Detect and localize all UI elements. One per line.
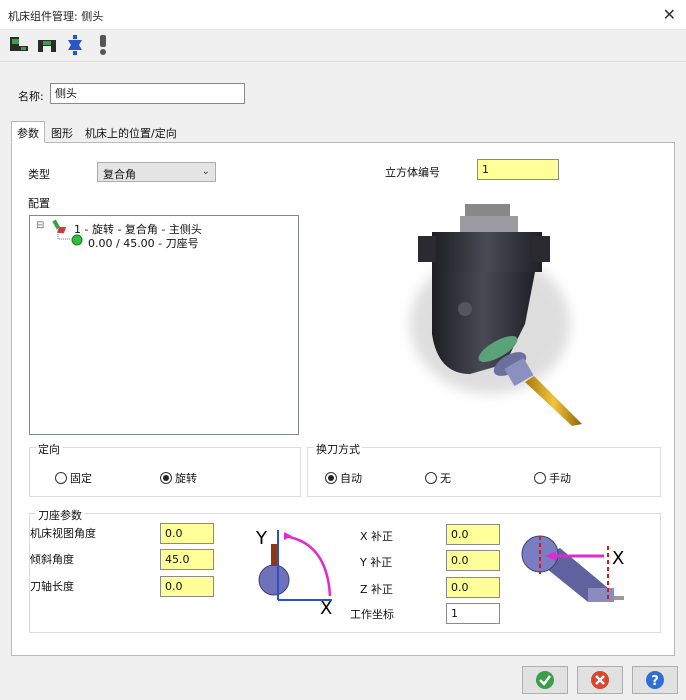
holder-params-group: 刀座参数 机床视图角度 0.0 倾斜角度 45.0 刀轴长度 0.0 Y X X… bbox=[29, 507, 661, 633]
tilt-diagram: Y X bbox=[232, 522, 342, 619]
diagram1-x-label: X bbox=[320, 598, 332, 616]
work-coord-input[interactable]: 1 bbox=[446, 603, 500, 624]
title-bar: 机床组件管理: 侧头 ✕ bbox=[0, 0, 686, 30]
x-offset-input[interactable]: 0.0 bbox=[446, 524, 500, 545]
orientation-fixed-radio[interactable]: 固定 bbox=[55, 470, 92, 486]
cube-input[interactable]: 1 bbox=[477, 159, 559, 180]
radio-dot bbox=[534, 472, 546, 484]
orientation-fixed-label: 固定 bbox=[70, 472, 92, 485]
axis-length-input[interactable]: 0.0 bbox=[160, 576, 214, 597]
params-panel: 类型 复合角 ⌄ 立方体编号 1 配置 ⊟ 1 - 旋转 - 复合角 - 主侧头… bbox=[11, 142, 675, 656]
chevron-down-icon: ⌄ bbox=[201, 166, 210, 177]
y-offset-input[interactable]: 0.0 bbox=[446, 550, 500, 571]
angle-head-illustration bbox=[410, 204, 582, 426]
radio-dot bbox=[55, 472, 67, 484]
help-button[interactable]: ? bbox=[632, 666, 678, 694]
type-select[interactable]: 复合角 ⌄ bbox=[97, 162, 216, 182]
machine-head-icon[interactable] bbox=[8, 34, 30, 56]
y-offset-label: Y 补正 bbox=[360, 556, 393, 569]
collapse-icon[interactable]: ⊟ bbox=[36, 220, 44, 231]
radio-dot bbox=[425, 472, 437, 484]
view-angle-input[interactable]: 0.0 bbox=[160, 523, 214, 544]
tool-change-none-radio[interactable]: 无 bbox=[425, 470, 451, 486]
tab-params[interactable]: 参数 bbox=[11, 121, 45, 143]
type-select-value: 复合角 bbox=[103, 168, 136, 181]
head-render bbox=[320, 204, 664, 426]
name-input[interactable]: 侧头 bbox=[50, 83, 245, 104]
tool-change-manual-radio[interactable]: 手动 bbox=[534, 470, 571, 486]
axis-length-label: 刀轴长度 bbox=[30, 580, 74, 593]
diagram1-y-label: Y bbox=[255, 528, 268, 549]
cancel-button[interactable] bbox=[577, 666, 623, 694]
close-icon[interactable]: ✕ bbox=[663, 5, 676, 24]
spindle-icon[interactable] bbox=[64, 34, 86, 56]
holder-params-title: 刀座参数 bbox=[36, 507, 84, 523]
z-offset-label: Z 补正 bbox=[360, 583, 394, 596]
window-title: 机床组件管理: 侧头 bbox=[8, 10, 104, 23]
tree-row-station[interactable]: 0.00 / 45.00 - 刀座号 bbox=[88, 235, 199, 251]
view-angle-label: 机床视图角度 bbox=[30, 527, 96, 540]
name-label: 名称: bbox=[18, 90, 44, 103]
diagram2-x-label: X bbox=[612, 548, 624, 569]
offset-diagram-image: X bbox=[521, 535, 624, 602]
tab-position[interactable]: 机床上的位置/定向 bbox=[79, 121, 189, 143]
cube-label: 立方体编号 bbox=[385, 166, 440, 179]
tool-change-title: 换刀方式 bbox=[314, 441, 362, 457]
x-offset-label: X 补正 bbox=[360, 530, 394, 543]
ok-button[interactable] bbox=[522, 666, 568, 694]
svg-text:?: ? bbox=[651, 674, 659, 689]
tilt-angle-input[interactable]: 45.0 bbox=[160, 549, 214, 570]
tool-change-none-label: 无 bbox=[440, 472, 451, 485]
orientation-rotate-radio[interactable]: 旋转 bbox=[160, 470, 197, 486]
tool-station-icon bbox=[71, 234, 83, 246]
radio-dot-selected bbox=[160, 472, 172, 484]
work-coord-label: 工作坐标 bbox=[350, 608, 394, 621]
config-label: 配置 bbox=[28, 197, 50, 210]
tilt-angle-label: 倾斜角度 bbox=[30, 553, 74, 566]
tool-holder-icon[interactable] bbox=[36, 34, 58, 56]
config-tree[interactable]: ⊟ 1 - 旋转 - 复合角 - 主侧头 0.00 / 45.00 - 刀座号 bbox=[29, 215, 299, 435]
tool-change-auto-radio[interactable]: 自动 bbox=[325, 470, 362, 486]
orientation-group: 定向 固定 旋转 bbox=[29, 441, 301, 497]
tilt-angle-diagram: Y X bbox=[255, 528, 332, 619]
radio-dot-selected bbox=[325, 472, 337, 484]
warning-icon[interactable] bbox=[92, 34, 114, 56]
orientation-rotate-label: 旋转 bbox=[175, 472, 197, 485]
type-label: 类型 bbox=[28, 168, 50, 181]
check-icon bbox=[536, 671, 554, 689]
cancel-icon bbox=[591, 671, 609, 689]
orientation-title: 定向 bbox=[36, 441, 62, 457]
toolbar bbox=[0, 30, 686, 62]
help-icon: ? bbox=[646, 671, 664, 689]
tool-change-group: 换刀方式 自动 无 手动 bbox=[307, 441, 661, 497]
tool-change-auto-label: 自动 bbox=[340, 472, 362, 485]
offset-diagram: X bbox=[516, 522, 632, 612]
z-offset-input[interactable]: 0.0 bbox=[446, 577, 500, 598]
tool-change-manual-label: 手动 bbox=[549, 472, 571, 485]
tab-graphics[interactable]: 图形 bbox=[45, 121, 81, 143]
